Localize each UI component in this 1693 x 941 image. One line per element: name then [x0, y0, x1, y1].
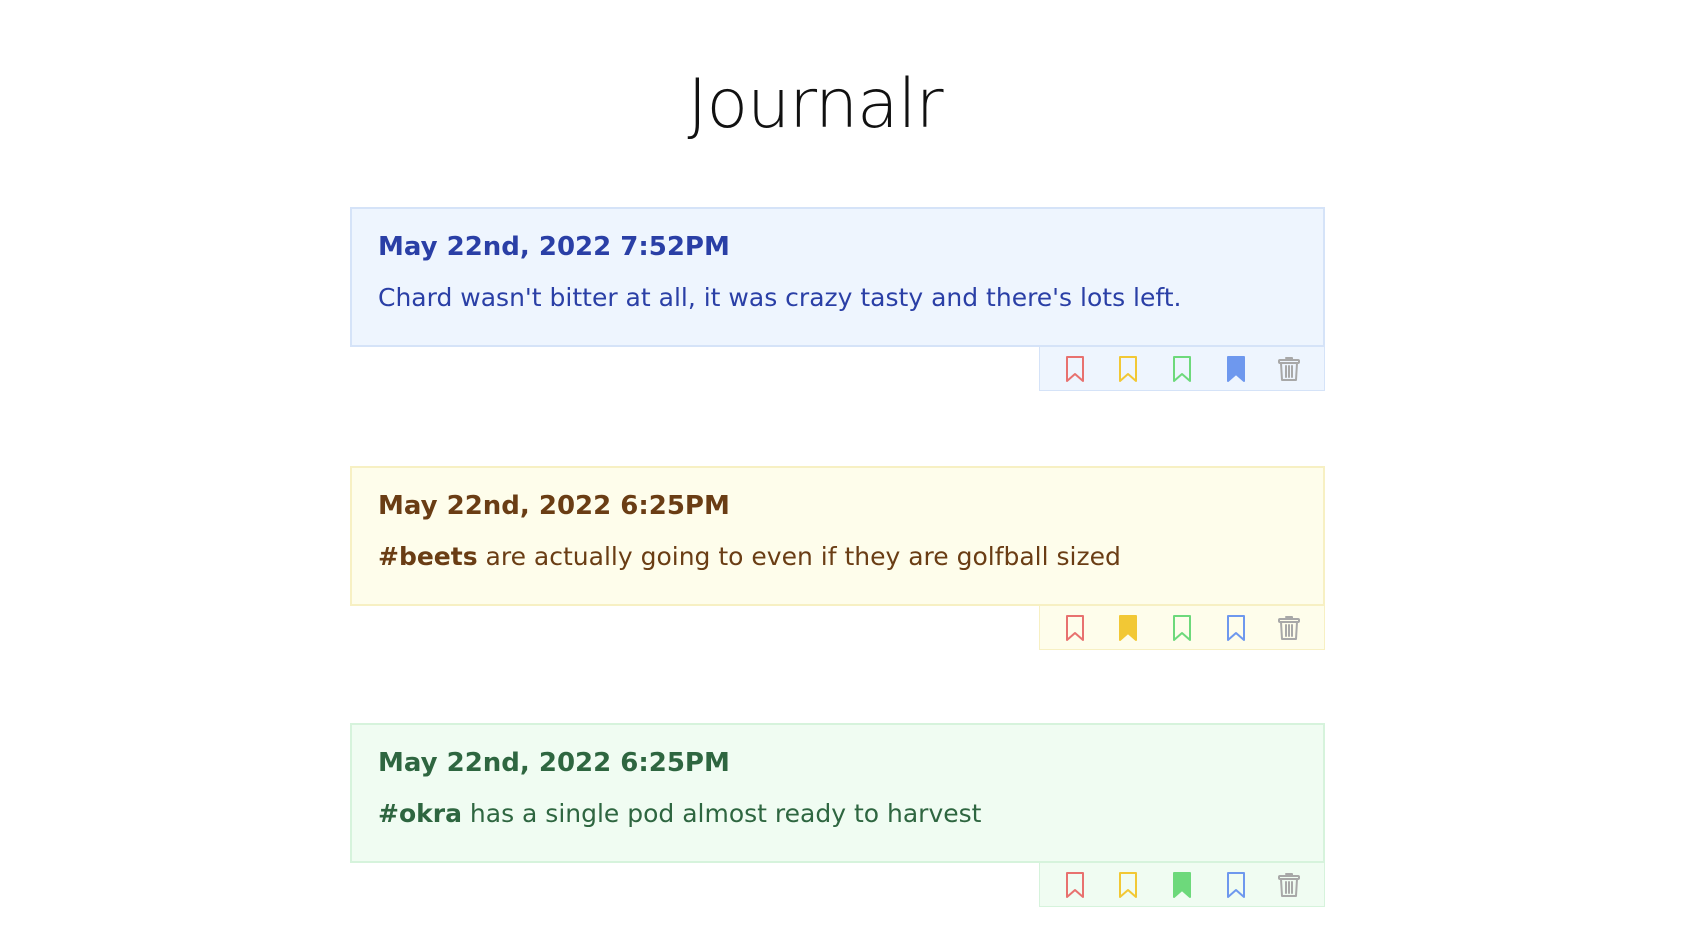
green-bookmark-button[interactable]: [1168, 870, 1196, 900]
entry-date: May 22nd, 2022 6:25PM: [378, 748, 730, 778]
red-bookmark-button[interactable]: [1061, 613, 1089, 643]
blue-bookmark-icon: [1226, 871, 1246, 899]
trash-button[interactable]: [1275, 613, 1303, 643]
entry-body: #beets are actually going to even if the…: [378, 540, 1297, 574]
entry-actions: [1039, 863, 1325, 907]
app-title: Journalr: [687, 65, 943, 144]
journal-entry: May 22nd, 2022 6:25PM #beets are actuall…: [350, 466, 1325, 650]
entry-actions: [1039, 606, 1325, 650]
entry-body: Chard wasn't bitter at all, it was crazy…: [378, 281, 1297, 315]
entry-tag[interactable]: #beets: [378, 542, 478, 571]
red-bookmark-icon: [1065, 871, 1085, 899]
entry-date: May 22nd, 2022 6:25PM: [378, 491, 730, 521]
journal-entry: May 22nd, 2022 6:25PM #okra has a single…: [350, 723, 1325, 907]
red-bookmark-button[interactable]: [1061, 354, 1089, 384]
blue-bookmark-icon: [1226, 614, 1246, 642]
entry-text: has a single pod almost ready to harvest: [461, 799, 982, 828]
blue-bookmark-button[interactable]: [1222, 354, 1250, 384]
green-bookmark-icon: [1172, 355, 1192, 383]
yellow-bookmark-icon: [1118, 355, 1138, 383]
blue-bookmark-icon: [1226, 355, 1246, 383]
journal-entry: May 22nd, 2022 7:52PM Chard wasn't bitte…: [350, 207, 1325, 391]
trash-button[interactable]: [1275, 870, 1303, 900]
red-bookmark-button[interactable]: [1061, 870, 1089, 900]
entry-text: Chard wasn't bitter at all, it was crazy…: [378, 283, 1182, 312]
yellow-bookmark-icon: [1118, 614, 1138, 642]
journal-app: Journalr May 22nd, 2022 7:52PM Chard was…: [0, 0, 1693, 941]
blue-bookmark-button[interactable]: [1222, 613, 1250, 643]
entry-card: May 22nd, 2022 7:52PM Chard wasn't bitte…: [350, 207, 1325, 347]
yellow-bookmark-button[interactable]: [1114, 870, 1142, 900]
trash-icon: [1277, 871, 1301, 899]
yellow-bookmark-button[interactable]: [1114, 613, 1142, 643]
entry-card: May 22nd, 2022 6:25PM #okra has a single…: [350, 723, 1325, 863]
entry-body: #okra has a single pod almost ready to h…: [378, 797, 1297, 831]
green-bookmark-button[interactable]: [1168, 354, 1196, 384]
entry-card: May 22nd, 2022 6:25PM #beets are actuall…: [350, 466, 1325, 606]
entry-date: May 22nd, 2022 7:52PM: [378, 232, 730, 262]
yellow-bookmark-button[interactable]: [1114, 354, 1142, 384]
trash-button[interactable]: [1275, 354, 1303, 384]
green-bookmark-icon: [1172, 614, 1192, 642]
trash-icon: [1277, 614, 1301, 642]
red-bookmark-icon: [1065, 355, 1085, 383]
yellow-bookmark-icon: [1118, 871, 1138, 899]
blue-bookmark-button[interactable]: [1222, 870, 1250, 900]
red-bookmark-icon: [1065, 614, 1085, 642]
trash-icon: [1277, 355, 1301, 383]
entry-actions: [1039, 347, 1325, 391]
green-bookmark-icon: [1172, 871, 1192, 899]
green-bookmark-button[interactable]: [1168, 613, 1196, 643]
entry-text: are actually going to even if they are g…: [477, 542, 1121, 571]
entry-tag[interactable]: #okra: [378, 799, 462, 828]
